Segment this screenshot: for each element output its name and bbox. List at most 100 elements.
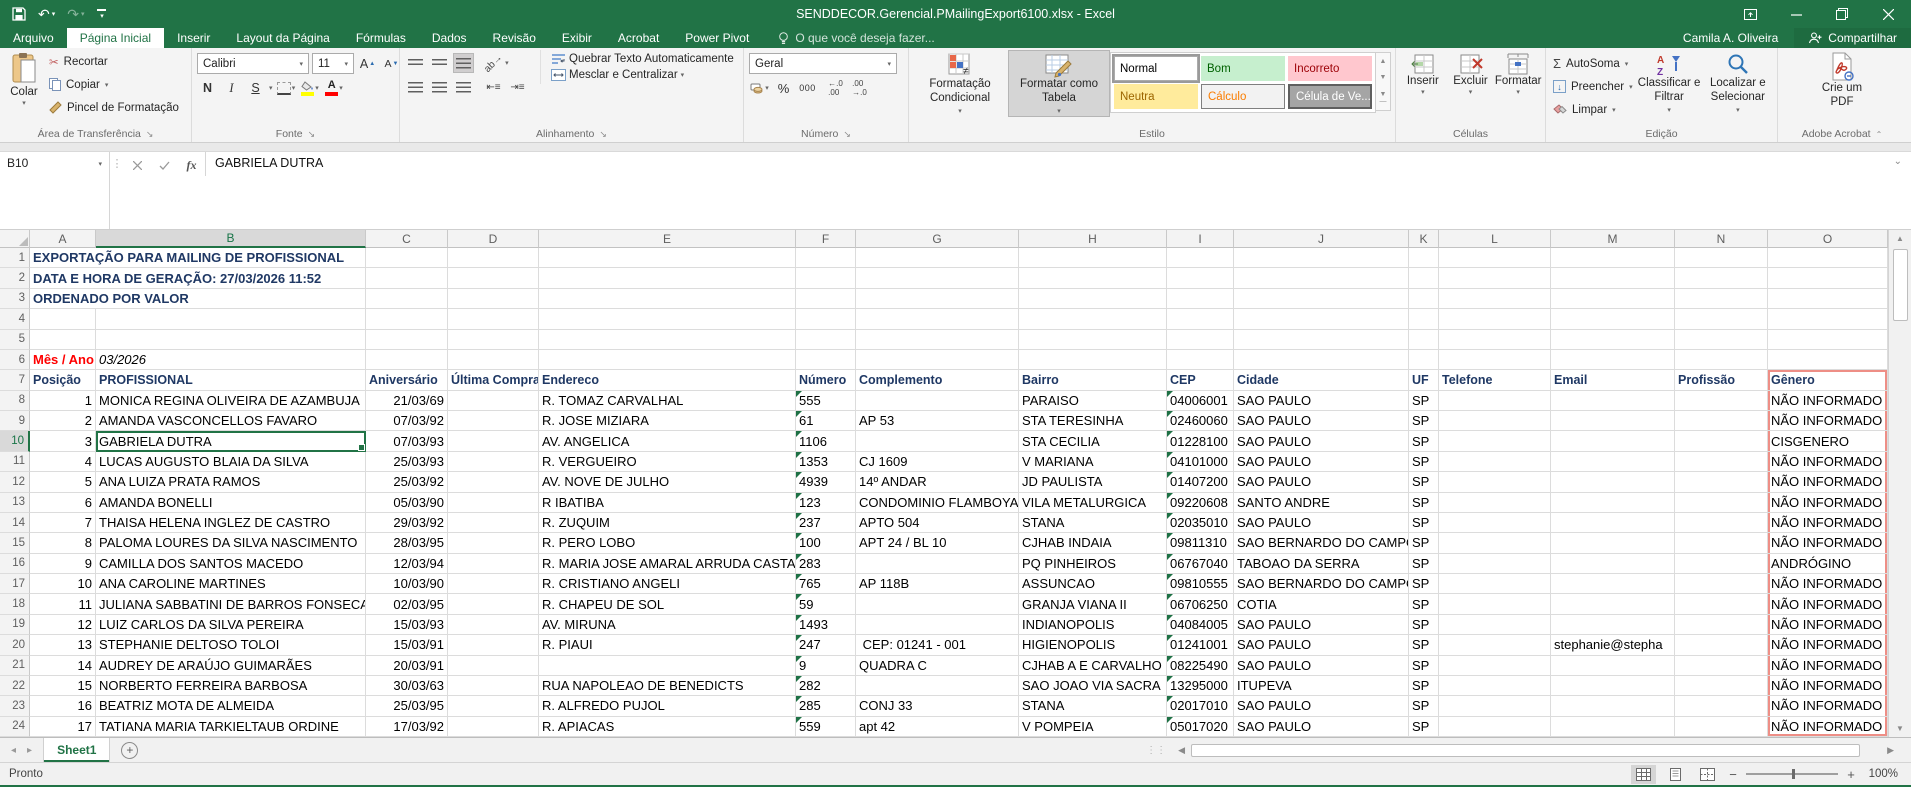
cell-A6[interactable]: Mês / Ano <box>30 350 96 370</box>
underline-caret[interactable]: ▾ <box>269 84 273 92</box>
customize-qat-button[interactable]: ▾ <box>97 9 106 20</box>
cell-K2[interactable] <box>1409 268 1439 288</box>
cell-G7[interactable]: Complemento <box>856 370 1019 390</box>
cell-O19[interactable]: NÃO INFORMADO <box>1768 615 1888 635</box>
cell-K22[interactable]: SP <box>1409 676 1439 696</box>
cell-L6[interactable] <box>1439 350 1551 370</box>
row-header-8[interactable]: 8 <box>0 391 30 411</box>
cell-A23[interactable]: 16 <box>30 696 96 716</box>
row-header-4[interactable]: 4 <box>0 309 30 329</box>
cell-J8[interactable]: SAO PAULO <box>1234 391 1409 411</box>
cell-M24[interactable] <box>1551 717 1675 737</box>
align-top-icon[interactable] <box>405 53 426 73</box>
cell-J24[interactable]: SAO PAULO <box>1234 717 1409 737</box>
cell-F6[interactable] <box>796 350 856 370</box>
cell-J4[interactable] <box>1234 309 1409 329</box>
row-header-24[interactable]: 24 <box>0 717 30 737</box>
cell-L24[interactable] <box>1439 717 1551 737</box>
cell-L7[interactable]: Telefone <box>1439 370 1551 390</box>
cell-B11[interactable]: LUCAS AUGUSTO BLAIA DA SILVA <box>96 452 366 472</box>
cell-J16[interactable]: TABOAO DA SERRA <box>1234 554 1409 574</box>
cell-I5[interactable] <box>1167 330 1234 350</box>
font-size-combo[interactable]: 11▾ <box>312 53 354 74</box>
cell-K15[interactable]: SP <box>1409 533 1439 553</box>
cell-K21[interactable]: SP <box>1409 656 1439 676</box>
styles-gallery-scrollbar[interactable]: ▲ ▼ ▼— <box>1376 52 1391 111</box>
cell-E10[interactable]: AV. ANGELICA <box>539 431 796 451</box>
cell-A12[interactable]: 5 <box>30 472 96 492</box>
cell-F15[interactable]: 100 <box>796 533 856 553</box>
cell-D13[interactable] <box>448 493 539 513</box>
share-button[interactable]: Compartilhar <box>1794 28 1911 48</box>
cell-L13[interactable] <box>1439 493 1551 513</box>
cell-J19[interactable]: SAO PAULO <box>1234 615 1409 635</box>
cell-I10[interactable]: 01228100 <box>1167 431 1234 451</box>
cell-C8[interactable]: 21/03/69 <box>366 391 448 411</box>
cell-L16[interactable] <box>1439 554 1551 574</box>
cell-K7[interactable]: UF <box>1409 370 1439 390</box>
create-pdf-button[interactable]: Crie um PDF <box>1810 50 1874 112</box>
conditional-formatting-button[interactable]: ≠ Formatação Condicional ▾ <box>912 50 1008 117</box>
col-header-G[interactable]: G <box>856 230 1019 248</box>
tell-me-search[interactable]: O que você deseja fazer... <box>778 28 934 48</box>
cell-N20[interactable] <box>1675 635 1768 655</box>
cell-L21[interactable] <box>1439 656 1551 676</box>
cell-A9[interactable]: 2 <box>30 411 96 431</box>
decrease-font-icon[interactable]: A▼ <box>381 54 402 74</box>
cell-M4[interactable] <box>1551 309 1675 329</box>
cell-C4[interactable] <box>366 309 448 329</box>
cell-K19[interactable]: SP <box>1409 615 1439 635</box>
select-all-corner[interactable] <box>0 230 30 248</box>
cell-F23[interactable]: 285 <box>796 696 856 716</box>
cell-A21[interactable]: 14 <box>30 656 96 676</box>
cell-C12[interactable]: 25/03/92 <box>366 472 448 492</box>
underline-button[interactable]: S <box>245 78 266 98</box>
prev-sheet-icon[interactable]: ◂ <box>11 745 16 756</box>
cell-O13[interactable]: NÃO INFORMADO <box>1768 493 1888 513</box>
cell-D7[interactable]: Última Compra <box>448 370 539 390</box>
cell-G24[interactable]: apt 42 <box>856 717 1019 737</box>
col-header-M[interactable]: M <box>1551 230 1675 248</box>
wrap-text-button[interactable]: Quebrar Texto Automaticamente <box>551 53 734 65</box>
cell-L2[interactable] <box>1439 268 1551 288</box>
cell-B12[interactable]: ANA LUIZA PRATA RAMOS <box>96 472 366 492</box>
cell-A20[interactable]: 13 <box>30 635 96 655</box>
horizontal-scrollbar[interactable] <box>1191 744 1881 757</box>
cell-G15[interactable]: APT 24 / BL 10 <box>856 533 1019 553</box>
cell-style-bom[interactable]: Bom <box>1201 56 1285 81</box>
col-header-J[interactable]: J <box>1234 230 1409 248</box>
cell-O10[interactable]: CISGENERO <box>1768 431 1888 451</box>
cell-K11[interactable]: SP <box>1409 452 1439 472</box>
col-header-I[interactable]: I <box>1167 230 1234 248</box>
cell-M8[interactable] <box>1551 391 1675 411</box>
cell-C15[interactable]: 28/03/95 <box>366 533 448 553</box>
row-header-14[interactable]: 14 <box>0 513 30 533</box>
col-header-H[interactable]: H <box>1019 230 1167 248</box>
cell-E14[interactable]: R. ZUQUIM <box>539 513 796 533</box>
cell-F18[interactable]: 59 <box>796 594 856 614</box>
cell-F1[interactable] <box>796 248 856 268</box>
ribbon-display-options-button[interactable] <box>1727 0 1773 28</box>
cell-H20[interactable]: HIGIENOPOLIS <box>1019 635 1167 655</box>
cell-J9[interactable]: SAO PAULO <box>1234 411 1409 431</box>
scroll-down-icon[interactable]: ▼ <box>1889 720 1911 737</box>
row-header-9[interactable]: 9 <box>0 411 30 431</box>
row-header-18[interactable]: 18 <box>0 594 30 614</box>
tab-inserir[interactable]: Inserir <box>164 28 223 48</box>
cell-D11[interactable] <box>448 452 539 472</box>
formula-bar-grip[interactable]: ⋮ <box>110 152 124 229</box>
cell-I3[interactable] <box>1167 289 1234 309</box>
decrease-indent-icon[interactable]: ⇤≡ <box>483 77 504 97</box>
cell-O18[interactable]: NÃO INFORMADO <box>1768 594 1888 614</box>
tab-acrobat[interactable]: Acrobat <box>605 28 672 48</box>
cell-O3[interactable] <box>1768 289 1888 309</box>
cell-O5[interactable] <box>1768 330 1888 350</box>
cell-D20[interactable] <box>448 635 539 655</box>
cell-E15[interactable]: R. PERO LOBO <box>539 533 796 553</box>
undo-button[interactable]: ↶▾ <box>38 7 55 21</box>
cell-B18[interactable]: JULIANA SABBATINI DE BARROS FONSECA <box>96 594 366 614</box>
cell-G11[interactable]: CJ 1609 <box>856 452 1019 472</box>
cell-N5[interactable] <box>1675 330 1768 350</box>
cell-N21[interactable] <box>1675 656 1768 676</box>
cell-D24[interactable] <box>448 717 539 737</box>
